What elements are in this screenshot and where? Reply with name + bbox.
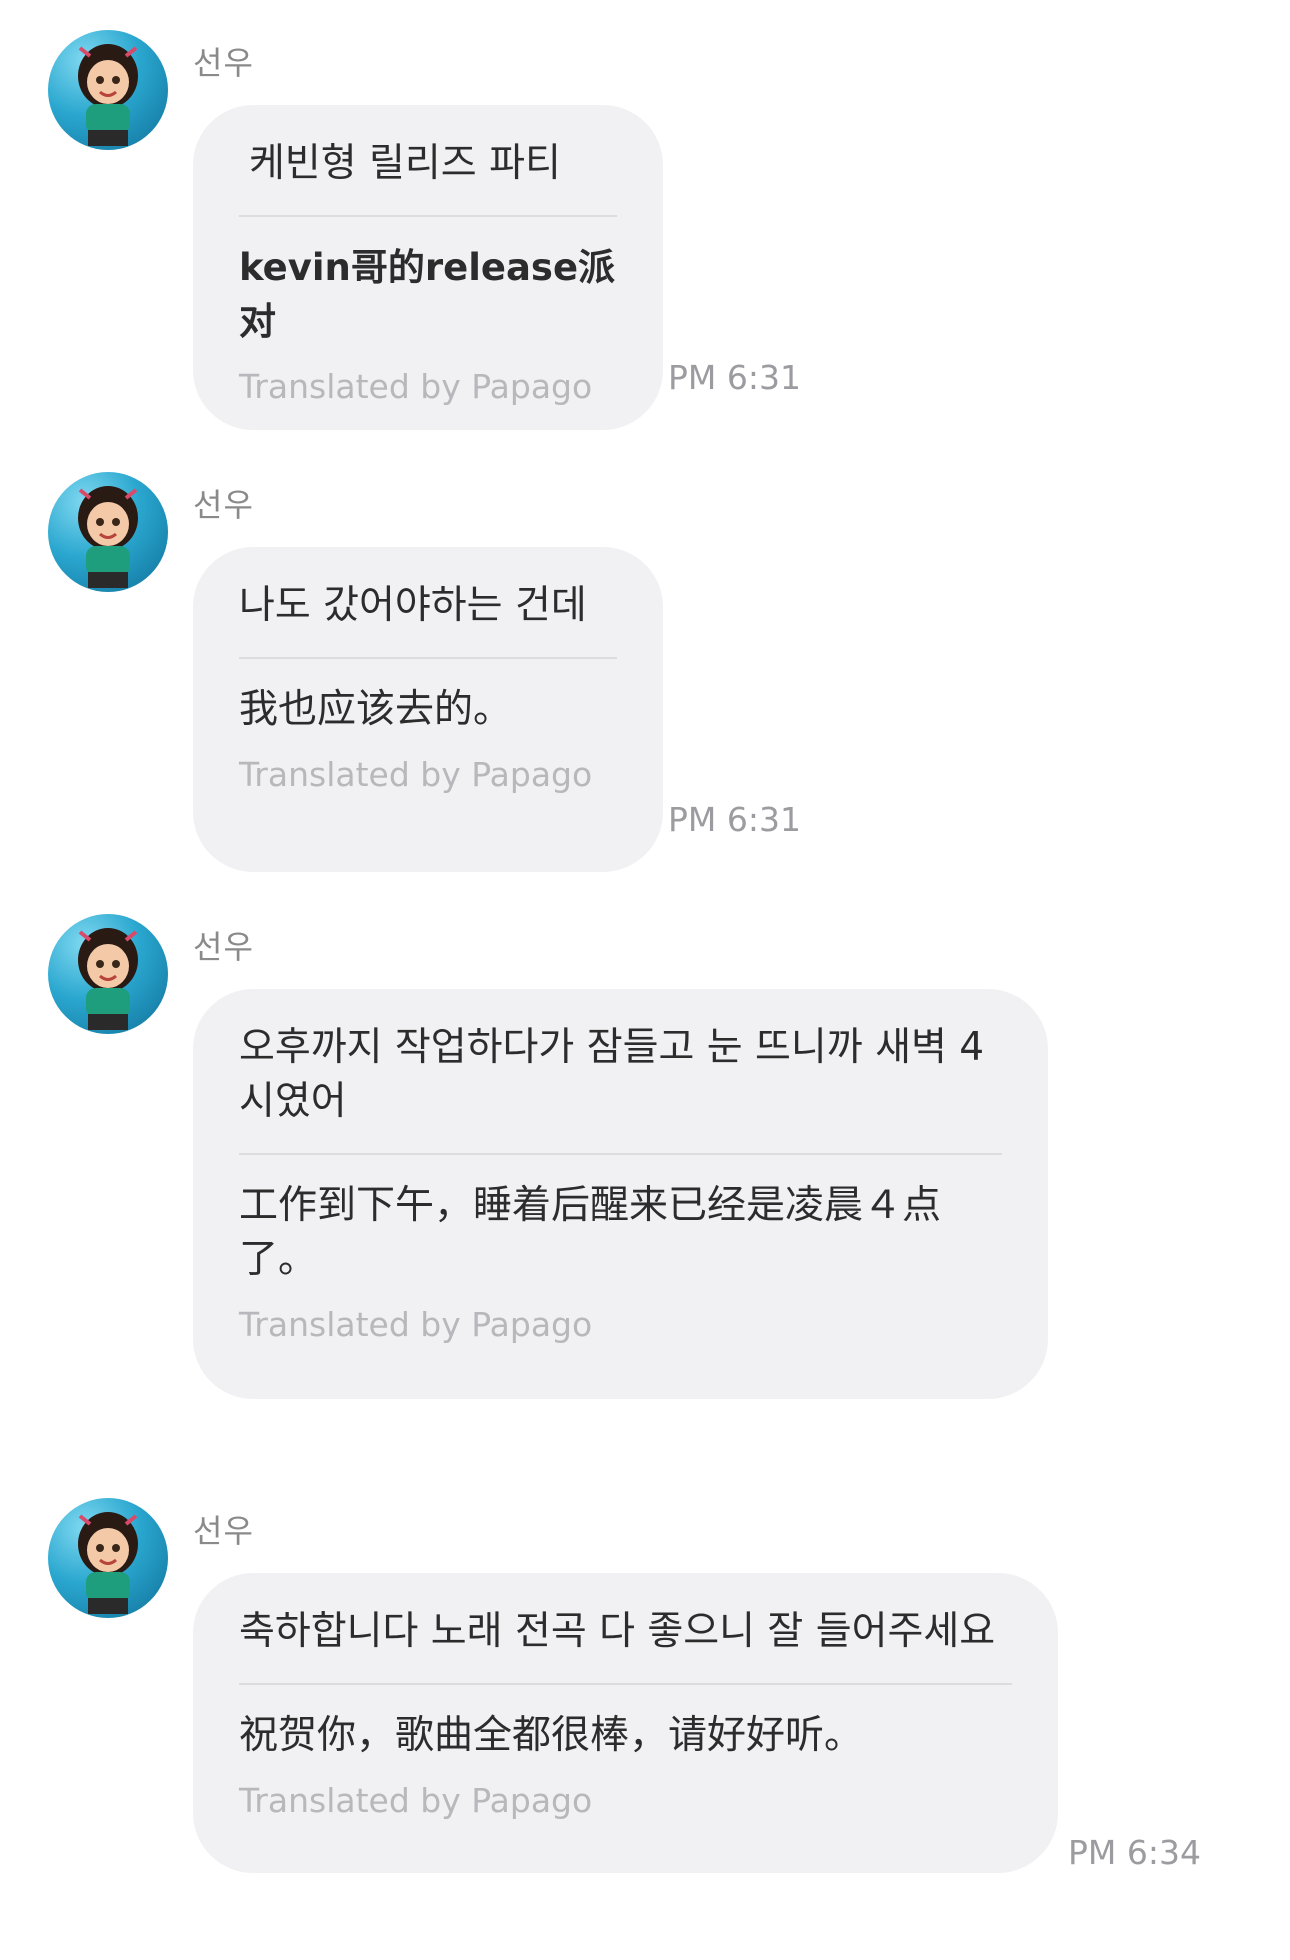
avatar-icon[interactable] (48, 30, 168, 150)
timestamp: PM 6:34 (1068, 1833, 1201, 1872)
avatar-icon[interactable] (48, 1498, 168, 1618)
message-bubble[interactable]: 나도 갔어야하는 건데 我也应该去的。 Translated by Papago (193, 547, 663, 872)
message-bubble[interactable]: 케빈형 릴리즈 파티 kevin哥的release派对 Translated b… (193, 105, 663, 430)
translated-text: 我也应该去的。 (239, 687, 513, 732)
translated-text: 工作到下午，睡着后醒来已经是凌晨４点了。 (239, 1183, 942, 1282)
sender-name: 선우 (193, 486, 254, 524)
original-text: 축하합니다 노래 전곡 다 좋으니 잘 들어주세요 (239, 1605, 1012, 1685)
timestamp: PM 6:31 (668, 800, 801, 839)
translation-credit: Translated by Papago (239, 755, 593, 794)
original-text: 오후까지 작업하다가 잠들고 눈 뜨니까 새벽 4시였어 (239, 1021, 1002, 1155)
original-text: 나도 갔어야하는 건데 (239, 579, 617, 659)
avatar-icon[interactable] (48, 914, 168, 1034)
translation-credit: Translated by Papago (239, 367, 593, 406)
avatar-icon[interactable] (48, 472, 168, 592)
message-bubble[interactable]: 오후까지 작업하다가 잠들고 눈 뜨니까 새벽 4시였어 工作到下午，睡着后醒来… (193, 989, 1048, 1399)
sender-name: 선우 (193, 1512, 254, 1550)
translation-credit: Translated by Papago (239, 1305, 593, 1344)
sender-name: 선우 (193, 928, 254, 966)
sender-name: 선우 (193, 44, 254, 82)
translated-text: 祝贺你，歌曲全都很棒，请好好听。 (239, 1713, 864, 1758)
timestamp: PM 6:31 (668, 358, 801, 397)
original-text: 케빈형 릴리즈 파티 (239, 137, 617, 217)
translated-text: kevin哥的release派对 (239, 246, 616, 343)
message-bubble[interactable]: 축하합니다 노래 전곡 다 좋으니 잘 들어주세요 祝贺你，歌曲全都很棒，请好好… (193, 1573, 1058, 1873)
translation-credit: Translated by Papago (239, 1781, 593, 1820)
